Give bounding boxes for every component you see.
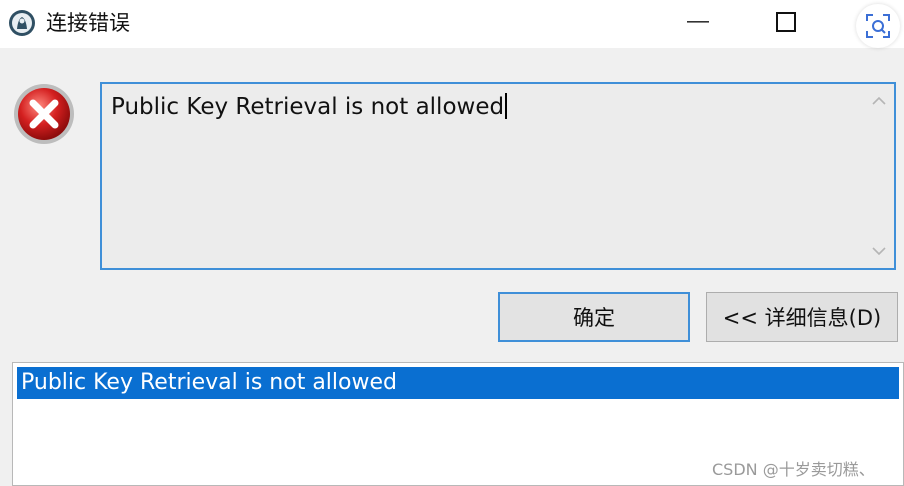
scan-icon (866, 14, 890, 38)
app-icon (8, 9, 36, 37)
details-toggle-button[interactable]: << 详细信息(D) (706, 292, 898, 342)
text-cursor (505, 93, 507, 119)
maximize-button[interactable] (756, 0, 816, 44)
minimize-icon (687, 21, 709, 23)
minimize-button[interactable] (668, 0, 728, 44)
scroll-up-icon[interactable] (871, 96, 887, 106)
error-message-textarea[interactable]: Public Key Retrieval is not allowed (100, 82, 896, 270)
error-icon (12, 82, 76, 146)
message-scrollbar[interactable] (866, 86, 892, 266)
ok-button[interactable]: 确定 (498, 292, 690, 342)
watermark: CSDN @十岁卖切糕、 (712, 460, 875, 479)
close-button[interactable] (856, 4, 900, 48)
maximize-icon (776, 12, 796, 32)
scroll-down-icon[interactable] (871, 246, 887, 256)
window-title: 连接错误 (46, 11, 130, 35)
title-bar: 连接错误 (0, 0, 904, 48)
error-message-text: Public Key Retrieval is not allowed (111, 92, 507, 122)
list-item[interactable]: Public Key Retrieval is not allowed (17, 367, 899, 399)
error-dialog: 连接错误 Public Key Retrieval is not allowed… (0, 0, 904, 486)
